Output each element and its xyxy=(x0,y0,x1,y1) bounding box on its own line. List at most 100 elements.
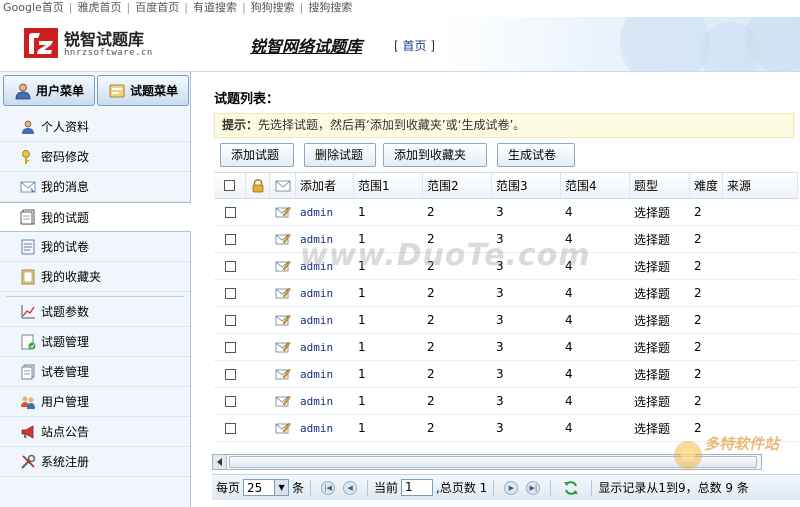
author-link[interactable]: admin xyxy=(300,422,333,435)
row-mail-cell[interactable] xyxy=(270,334,296,360)
row-author[interactable]: admin xyxy=(296,307,354,333)
row-source xyxy=(723,334,798,360)
sidebar-item-profile[interactable]: 个人资料 xyxy=(0,112,190,142)
author-link[interactable]: admin xyxy=(300,341,333,354)
topnav-link-google[interactable]: Google首页 xyxy=(3,1,64,14)
row-author[interactable]: admin xyxy=(296,361,354,387)
row-mail-cell[interactable] xyxy=(270,388,296,414)
row-checkbox[interactable] xyxy=(224,206,236,218)
sidebar-item-messages[interactable]: 我的消息 xyxy=(0,172,190,202)
row-author[interactable]: admin xyxy=(296,253,354,279)
column-header-range2[interactable]: 范围2 xyxy=(423,173,492,198)
row-mail-cell[interactable] xyxy=(270,307,296,333)
lock-icon xyxy=(252,178,263,192)
row-author[interactable]: admin xyxy=(296,334,354,360)
sidebar-item-question-manage[interactable]: 试题管理 xyxy=(0,327,190,357)
row-mail-cell[interactable] xyxy=(270,361,296,387)
column-header-difficulty[interactable]: 难度 xyxy=(690,173,723,198)
table-row[interactable]: admin 1 2 3 4 选择题 2 xyxy=(214,415,798,442)
row-mail-cell[interactable] xyxy=(270,415,296,441)
author-link[interactable]: admin xyxy=(300,260,333,273)
row-checkbox[interactable] xyxy=(224,233,236,245)
row-mail-cell[interactable] xyxy=(270,199,296,225)
row-checkbox[interactable] xyxy=(224,341,236,353)
row-author[interactable]: admin xyxy=(296,226,354,252)
sidebar-item-paper-manage[interactable]: 试卷管理 xyxy=(0,357,190,387)
site-title[interactable]: 锐智网络试题库 xyxy=(250,33,362,57)
column-header-range1[interactable]: 范围1 xyxy=(354,173,423,198)
sidebar-item-registration[interactable]: 系统注册 xyxy=(0,447,190,477)
sidebar-item-my-questions[interactable]: 我的试题 xyxy=(0,202,191,232)
row-author[interactable]: admin xyxy=(296,199,354,225)
table-row[interactable]: admin 1 2 3 4 选择题 2 xyxy=(214,280,798,307)
author-link[interactable]: admin xyxy=(300,395,333,408)
row-mail-cell[interactable] xyxy=(270,253,296,279)
column-header-range4[interactable]: 范围4 xyxy=(561,173,630,198)
horizontal-scrollbar[interactable] xyxy=(212,454,762,470)
table-row[interactable]: admin 1 2 3 4 选择题 2 xyxy=(214,334,798,361)
delete-question-button[interactable]: 删除试题 xyxy=(304,143,376,167)
author-link[interactable]: admin xyxy=(300,206,333,219)
table-row[interactable]: admin 1 2 3 4 选择题 2 xyxy=(214,307,798,334)
per-page-select[interactable]: 25 ▼ xyxy=(243,479,290,496)
generate-paper-button[interactable]: 生成试卷 xyxy=(497,143,575,167)
author-link[interactable]: admin xyxy=(300,233,333,246)
table-row[interactable]: admin 1 2 3 4 选择题 2 xyxy=(214,253,798,280)
row-checkbox[interactable] xyxy=(224,260,236,272)
tab-user-menu[interactable]: 用户菜单 xyxy=(3,75,95,106)
row-source xyxy=(723,415,798,441)
row-mail-cell[interactable] xyxy=(270,280,296,306)
table-row[interactable]: admin 1 2 3 4 选择题 2 xyxy=(214,361,798,388)
topnav-link-sogou[interactable]: 搜狗搜索 xyxy=(308,1,352,14)
topnav-link-gougou[interactable]: 狗狗搜索 xyxy=(251,1,295,14)
sidebar-item-question-params[interactable]: 试题参数 xyxy=(0,297,190,327)
row-difficulty: 2 xyxy=(694,394,702,408)
select-all-checkbox[interactable] xyxy=(224,180,235,191)
scroll-left-arrow[interactable] xyxy=(213,455,227,469)
refresh-icon[interactable] xyxy=(563,480,579,496)
row-checkbox[interactable] xyxy=(224,287,236,299)
column-header-type[interactable]: 题型 xyxy=(630,173,690,198)
first-page-button[interactable]: |◀ xyxy=(321,480,336,495)
column-header-range3[interactable]: 范围3 xyxy=(492,173,561,198)
prev-page-button[interactable]: ◀ xyxy=(343,480,358,495)
row-checkbox[interactable] xyxy=(224,395,236,407)
home-link[interactable]: 首页 xyxy=(403,39,427,53)
table-row[interactable]: admin 1 2 3 4 选择题 2 xyxy=(214,226,798,253)
row-checkbox[interactable] xyxy=(224,314,236,326)
topnav-link-baidu[interactable]: 百度首页 xyxy=(135,1,179,14)
author-link[interactable]: admin xyxy=(300,287,333,300)
topnav-link-youdao[interactable]: 有道搜索 xyxy=(193,1,237,14)
add-to-favorites-button[interactable]: 添加到收藏夹 xyxy=(383,143,487,167)
sidebar-item-user-manage[interactable]: 用户管理 xyxy=(0,387,190,417)
row-author[interactable]: admin xyxy=(296,388,354,414)
tip-bar: 提示：先选择试题，然后再‘添加到收藏夹’或‘生成试卷’。 xyxy=(214,113,794,138)
author-link[interactable]: admin xyxy=(300,368,333,381)
row-range4: 4 xyxy=(565,313,573,327)
last-page-button[interactable]: ▶| xyxy=(526,480,541,495)
column-header-source[interactable]: 来源 xyxy=(723,173,798,198)
row-mail-cell[interactable] xyxy=(270,226,296,252)
current-page-input[interactable]: 1 xyxy=(401,479,434,496)
tab-question-menu[interactable]: 试题菜单 xyxy=(97,75,189,106)
row-author[interactable]: admin xyxy=(296,415,354,441)
table-row[interactable]: admin 1 2 3 4 选择题 2 xyxy=(214,199,798,226)
row-author[interactable]: admin xyxy=(296,280,354,306)
next-page-button[interactable]: ▶ xyxy=(504,480,519,495)
sidebar-item-announcement[interactable]: 站点公告 xyxy=(0,417,190,447)
topnav-link-yahoo[interactable]: 雅虎首页 xyxy=(78,1,122,14)
row-checkbox[interactable] xyxy=(224,422,236,434)
column-header-author[interactable]: 添加者 xyxy=(296,173,354,198)
table-row[interactable]: admin 1 2 3 4 选择题 2 xyxy=(214,388,798,415)
sidebar-item-password[interactable]: 密码修改 xyxy=(0,142,190,172)
sidebar-item-my-papers[interactable]: 我的试卷 xyxy=(0,232,190,262)
tip-label: 提示： xyxy=(222,118,259,132)
scrollbar-thumb[interactable] xyxy=(229,456,757,468)
sidebar-item-favorites[interactable]: 我的收藏夹 xyxy=(0,262,190,292)
add-question-button[interactable]: 添加试题 xyxy=(220,143,294,167)
row-range3: 3 xyxy=(496,286,504,300)
row-select-cell xyxy=(214,388,246,414)
row-checkbox[interactable] xyxy=(224,368,236,380)
author-link[interactable]: admin xyxy=(300,314,333,327)
sidebar-item-label: 我的试卷 xyxy=(41,240,90,254)
